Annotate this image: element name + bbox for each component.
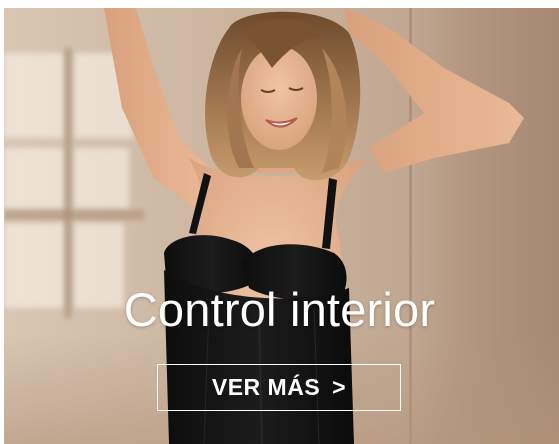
cta-label: VER MÁS xyxy=(211,374,321,400)
chevron-right-icon: > xyxy=(332,374,347,400)
banner-title: Control interior xyxy=(123,283,436,336)
ver-mas-button[interactable]: VER MÁS > xyxy=(157,364,401,411)
